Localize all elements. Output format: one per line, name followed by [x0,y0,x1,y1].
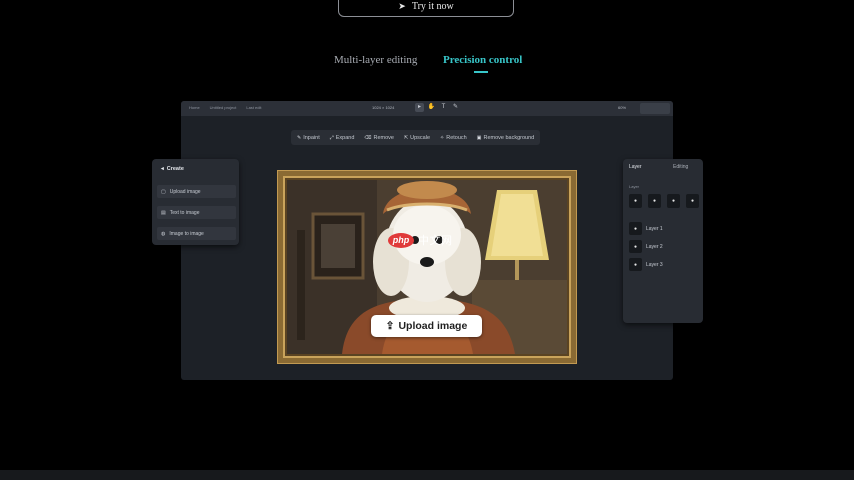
layer-2-label: Layer 2 [646,243,663,250]
retouch-icon: ✧ [440,134,445,141]
try-it-now-label: Try it now [411,1,454,12]
remove-label: Remove [373,134,394,141]
layer-item[interactable]: ● Layer 1 [629,222,663,235]
tab-precision-control[interactable]: Precision control [443,54,522,66]
upload-image-button[interactable]: ⇪ Upload image [371,315,482,337]
expand-icon: ⤢ [329,134,334,141]
expand-label: Expand [335,134,355,141]
select-icon[interactable]: ▸ [415,103,424,112]
crumb-project[interactable]: Untitled project [210,105,237,110]
create-panel: ◂ Create ▢ Upload image ▤ Text to image … [152,159,239,245]
create-title-label: Create [166,166,184,172]
lasso-icon[interactable]: ● [648,194,661,208]
brush-icon: ✎ [297,134,302,141]
try-it-now-button[interactable]: ➤ Try it now [338,0,514,17]
php-logo: php [388,232,414,248]
watermark: php 中文网 [388,232,453,248]
crumb-home[interactable]: Home [189,105,200,110]
action-toolbar: ✎ Inpaint ⤢ Expand ⌫ Remove ⇱ Upscale ✧ Retou… [291,130,541,145]
upload-icon: ▢ [161,188,166,195]
layer-item[interactable]: ● Layer 2 [629,240,663,253]
collapse-icon[interactable]: ◂ [161,166,164,172]
topbar-tools: ▸ ✋ T ✎ [415,103,460,112]
watermark-text: 中文网 [418,235,453,247]
move-icon[interactable]: ● [629,194,642,208]
create-text-to-image-item[interactable]: ▤ Text to image [157,206,236,219]
inpaint-label: Inpaint [303,134,320,141]
layer-thumbnail: ● [629,222,642,235]
eraser-icon: ⌫ [364,134,372,141]
create-upload-image-item[interactable]: ▢ Upload image [157,185,236,198]
pointer-icon: ➤ [398,1,406,11]
canvas-size-readout: 1024 × 1024 [372,105,395,110]
upscale-button[interactable]: ⇱ Upscale [400,132,434,144]
layer-tools-label: Layer [629,184,640,189]
layer-item[interactable]: ● Layer 3 [629,258,663,271]
text-icon[interactable]: T [439,103,448,112]
layer-panel: Layer Editing Layer ● ● ● ● ● Layer 1 ● … [623,159,703,323]
image-swap-icon: ◍ [161,230,166,237]
layer-thumbnail: ● [629,240,642,253]
remove-background-button[interactable]: ▣ Remove background [473,132,539,144]
create-image-to-image-item[interactable]: ◍ Image to image [157,227,236,240]
brush-icon[interactable]: ✎ [451,103,460,112]
export-button[interactable] [640,103,670,114]
layer-1-label: Layer 1 [646,225,663,232]
feature-tabs: Multi-layer editing Precision control [0,54,854,78]
retouch-label: Retouch [446,134,467,141]
create-text-to-image-label: Text to image [169,209,200,216]
crumb-last-edit: Last edit [246,105,262,110]
active-tab-indicator [474,71,488,73]
retouch-button[interactable]: ✧ Retouch [436,132,471,144]
eraser-icon[interactable]: ● [686,194,699,208]
remove-button[interactable]: ⌫ Remove [360,132,398,144]
layer-3-label: Layer 3 [646,261,663,268]
bottom-strip [0,470,854,480]
editor-topbar: Home Untitled project Last edit 1024 × 1… [181,101,673,116]
breadcrumb: Home Untitled project Last edit [189,105,261,110]
hand-icon[interactable]: ✋ [427,103,436,112]
brush-icon[interactable]: ● [667,194,680,208]
layer-thumbnail: ● [629,258,642,271]
upscale-icon: ⇱ [403,134,409,141]
inpaint-button[interactable]: ✎ Inpaint [293,132,324,144]
create-panel-title: ◂ Create [161,166,184,172]
upload-icon: ⇪ [385,320,395,332]
layer-tools: ● ● ● ● [629,194,699,208]
create-upload-image-label: Upload image [169,188,201,195]
upscale-label: Upscale [410,134,431,141]
expand-button[interactable]: ⤢ Expand [326,132,359,144]
upload-image-label: Upload image [398,320,468,332]
remove-background-label: Remove background [483,134,535,141]
create-image-to-image-label: Image to image [169,230,204,237]
layer-panel-title: Layer [629,164,642,170]
zoom-percent[interactable]: 60% [618,105,626,110]
tab-multi-layer-editing[interactable]: Multi-layer editing [334,54,417,66]
editing-mode-dropdown[interactable]: Editing [673,164,688,170]
text-image-icon: ▤ [161,209,166,216]
cutout-icon: ▣ [476,134,482,141]
